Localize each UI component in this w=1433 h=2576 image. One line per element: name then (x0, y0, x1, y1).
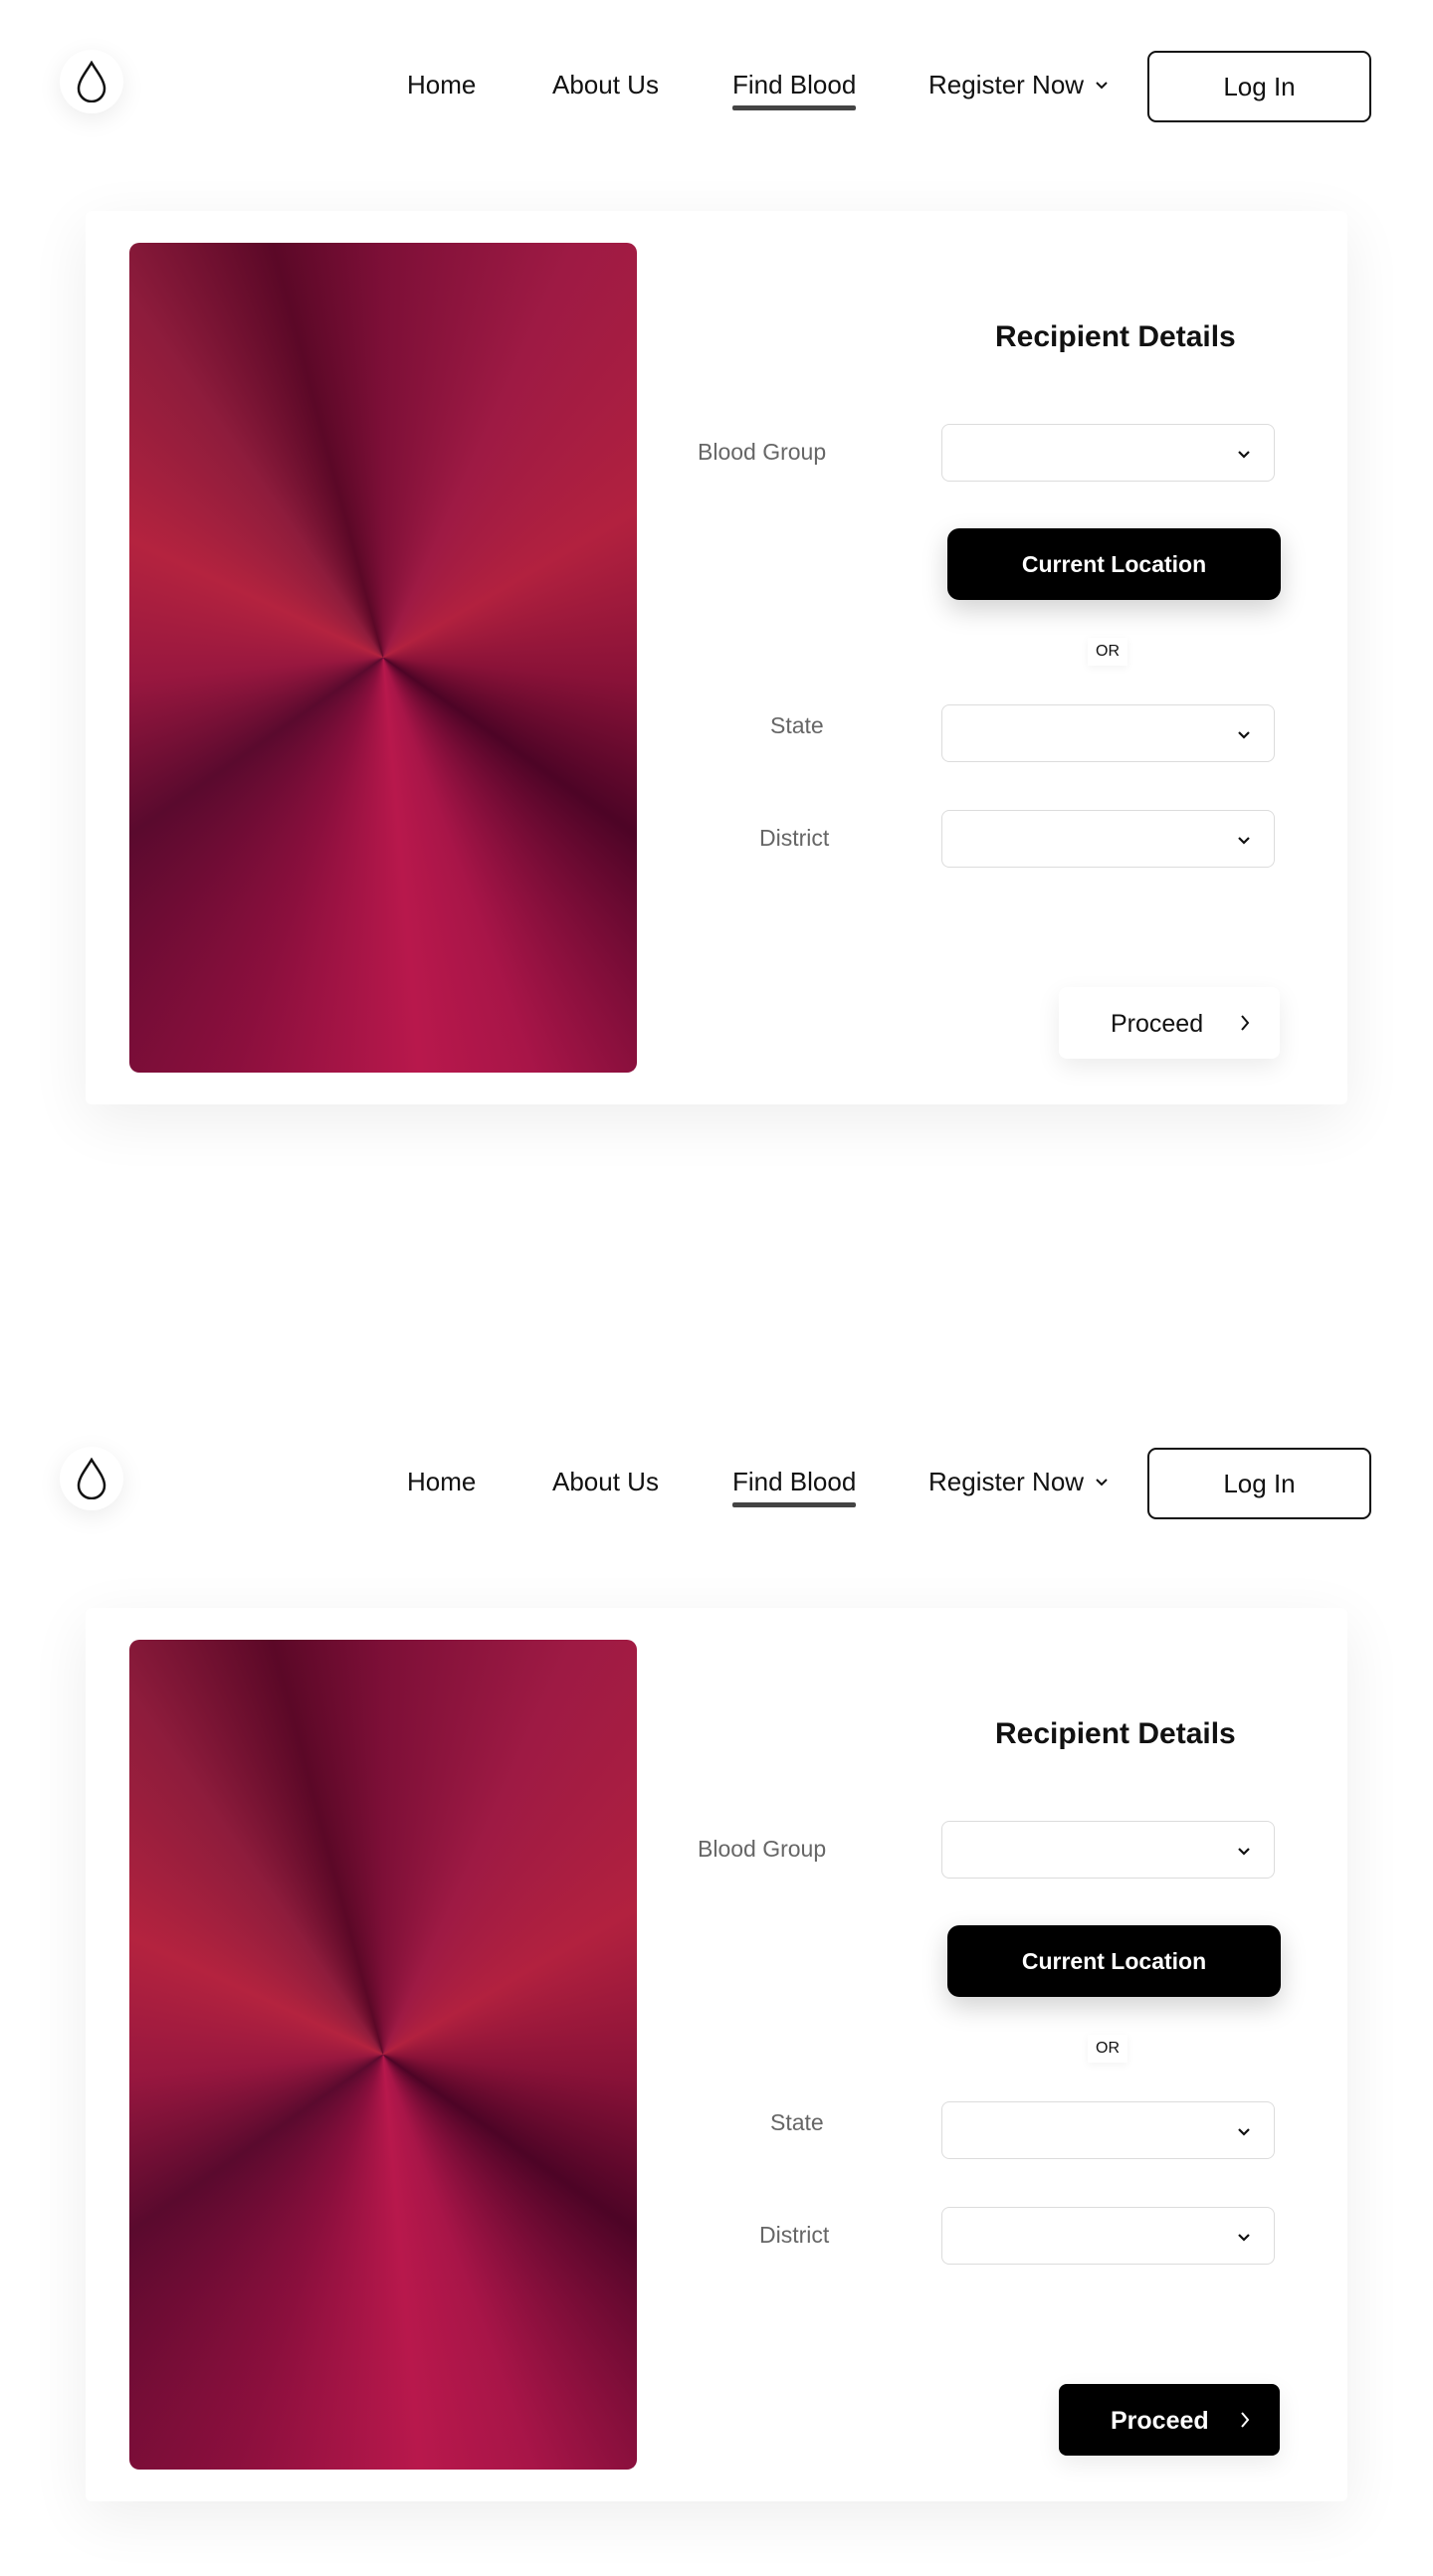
logo[interactable] (60, 50, 123, 113)
district-label: District (759, 825, 830, 851)
district-label: District (759, 2222, 830, 2248)
chevron-down-icon (1238, 1848, 1250, 1856)
nav-register-now[interactable]: Register Now (928, 1467, 1110, 1496)
chevron-down-icon (1238, 2234, 1250, 2242)
recipient-card: Recipient Details Blood Group Current Lo… (86, 1608, 1347, 2501)
nav-register-now[interactable]: Register Now (928, 70, 1110, 99)
hero-image (129, 243, 637, 1073)
login-button[interactable]: Log In (1147, 51, 1371, 122)
chevron-right-icon (1241, 1015, 1250, 1031)
state-select[interactable] (941, 704, 1275, 762)
blood-group-select[interactable] (941, 1821, 1275, 1879)
state-label: State (770, 2109, 824, 2135)
blood-drop-icon (77, 1458, 106, 1499)
state-select[interactable] (941, 2101, 1275, 2159)
current-location-button[interactable]: Current Location (947, 528, 1281, 600)
nav-find-blood[interactable]: Find Blood (732, 1467, 857, 1507)
chevron-down-icon (1238, 731, 1250, 739)
proceed-button[interactable]: Proceed (1059, 987, 1280, 1059)
recipient-card: Recipient Details Blood Group Current Lo… (86, 211, 1347, 1104)
blood-drop-icon (77, 61, 106, 102)
proceed-label: Proceed (1111, 2407, 1209, 2435)
nav-find-blood-label: Find Blood (732, 1467, 857, 1496)
logo[interactable] (60, 1447, 123, 1510)
chevron-down-icon (1238, 451, 1250, 459)
chevron-down-icon (1238, 2128, 1250, 2136)
screen-hover: Home About Us Find Blood Register Now Lo… (0, 1397, 1433, 2576)
chevron-down-icon (1096, 82, 1108, 90)
or-divider: OR (1088, 638, 1127, 666)
current-location-button[interactable]: Current Location (947, 1925, 1281, 1997)
active-nav-underline (732, 105, 857, 110)
chevron-down-icon (1238, 837, 1250, 845)
blood-group-label: Blood Group (698, 439, 827, 465)
active-nav-underline (732, 1502, 857, 1507)
form-title: Recipient Details (995, 1717, 1236, 1750)
proceed-label: Proceed (1111, 1010, 1204, 1038)
login-button[interactable]: Log In (1147, 1448, 1371, 1519)
chevron-right-icon (1241, 2412, 1250, 2428)
district-select[interactable] (941, 810, 1275, 868)
nav-find-blood-label: Find Blood (732, 70, 857, 99)
blood-group-select[interactable] (941, 424, 1275, 482)
blood-group-label: Blood Group (698, 1836, 827, 1862)
nav-home[interactable]: Home (407, 1467, 476, 1496)
nav-about-us[interactable]: About Us (552, 70, 659, 99)
district-select[interactable] (941, 2207, 1275, 2265)
form-title: Recipient Details (995, 320, 1236, 353)
hero-image (129, 1640, 637, 2470)
proceed-button[interactable]: Proceed (1059, 2384, 1280, 2456)
nav-home[interactable]: Home (407, 70, 476, 99)
nav-register-label: Register Now (928, 1467, 1085, 1496)
or-divider: OR (1088, 2035, 1127, 2063)
chevron-down-icon (1096, 1479, 1108, 1486)
nav-find-blood[interactable]: Find Blood (732, 70, 857, 110)
state-label: State (770, 712, 824, 738)
nav-about-us[interactable]: About Us (552, 1467, 659, 1496)
nav-register-label: Register Now (928, 70, 1085, 99)
screen-default: Home About Us Find Blood Register Now Lo… (0, 0, 1433, 1264)
